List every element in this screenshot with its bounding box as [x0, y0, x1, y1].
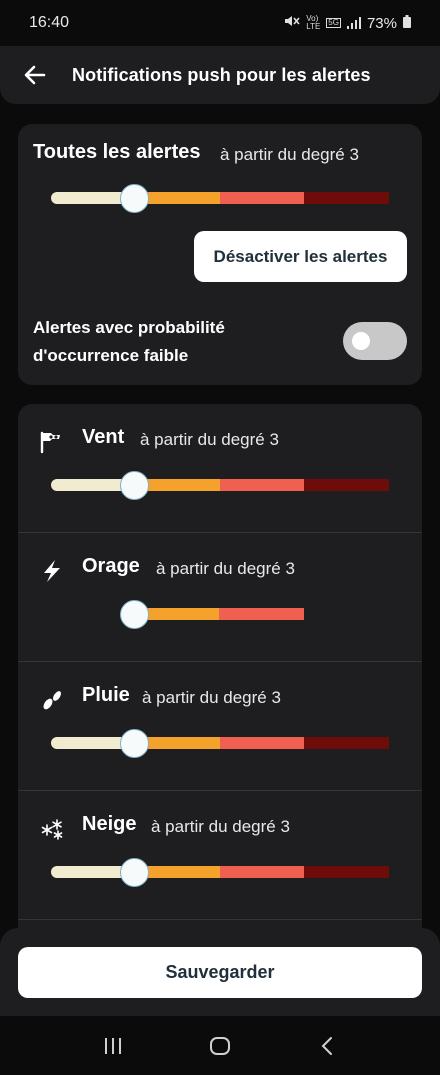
status-icons: Vo) LTE 5G 73%: [284, 14, 411, 32]
all-alerts-title: Toutes les alertes: [33, 141, 201, 163]
level-3-segment: [220, 192, 304, 204]
deactivate-alerts-button[interactable]: Désactiver les alertes: [194, 231, 407, 282]
snowflakes-icon: [38, 815, 66, 843]
slider-thumb[interactable]: [120, 184, 149, 213]
raindrops-icon: [38, 686, 66, 714]
categories-card: Vent à partir du degré 3 Orage à partir …: [18, 404, 422, 944]
level-3-segment: [219, 608, 304, 620]
neige-level-slider[interactable]: [51, 858, 389, 887]
save-panel: Sauvegarder: [0, 928, 440, 1016]
slider-thumb[interactable]: [120, 471, 149, 500]
low-probability-toggle[interactable]: [343, 322, 407, 360]
pluie-level-slider[interactable]: [51, 729, 389, 758]
recent-apps-icon: [105, 1037, 122, 1054]
save-button[interactable]: Sauvegarder: [18, 947, 422, 998]
category-name: Vent: [82, 426, 125, 448]
signal-icon: [346, 17, 361, 29]
chevron-left-icon: [321, 1036, 332, 1055]
network-type-label: 5G: [326, 18, 341, 28]
level-3-segment: [220, 737, 304, 749]
recent-apps-button[interactable]: [93, 1026, 133, 1066]
lte-label: LTE: [306, 22, 321, 31]
category-row-pluie: Pluie à partir du degré 3: [18, 662, 422, 791]
level-4-segment: [304, 737, 389, 749]
system-nav-bar: [0, 1016, 440, 1075]
category-name: Pluie: [82, 684, 130, 706]
slider-thumb[interactable]: [120, 600, 149, 629]
level-4-segment: [304, 479, 389, 491]
category-threshold: à partir du degré 3: [142, 688, 281, 707]
level-4-segment: [304, 192, 389, 204]
page-title: Notifications push pour les alertes: [72, 64, 371, 85]
mute-icon: [284, 14, 300, 32]
level-3-segment: [220, 479, 304, 491]
category-threshold: à partir du degré 3: [151, 817, 290, 836]
volte-icon: Vo) LTE: [306, 15, 320, 31]
category-threshold: à partir du degré 3: [156, 559, 295, 578]
level-4-segment: [304, 866, 389, 878]
battery-label: 73%: [366, 14, 397, 32]
category-row-orage: Orage à partir du degré 3: [18, 533, 422, 662]
category-row-neige: Neige à partir du degré 3: [18, 791, 422, 920]
low-probability-label: Alertes avec probabilité d'occurrence fa…: [33, 318, 225, 365]
all-alerts-card: Toutes les alertes à partir du degré 3 D…: [18, 124, 422, 385]
all-alerts-threshold: à partir du degré 3: [220, 145, 359, 164]
home-button[interactable]: [200, 1026, 240, 1066]
slider-thumb[interactable]: [120, 858, 149, 887]
status-time: 16:40: [29, 14, 70, 31]
arrow-left-icon: [24, 65, 46, 85]
level-3-segment: [220, 866, 304, 878]
back-button[interactable]: [20, 60, 50, 90]
all-alerts-level-slider[interactable]: [51, 184, 389, 213]
category-name: Neige: [82, 813, 137, 835]
status-bar: 16:40 Vo) LTE 5G 73%: [0, 0, 440, 46]
category-threshold: à partir du degré 3: [140, 430, 279, 449]
app-bar: Notifications push pour les alertes: [0, 46, 440, 104]
battery-icon: [403, 14, 411, 32]
home-icon: [209, 1036, 230, 1055]
screen: 16:40 Vo) LTE 5G 73% Notifications push …: [0, 0, 440, 1075]
windsock-icon: [38, 428, 66, 456]
slider-thumb[interactable]: [120, 729, 149, 758]
orage-level-slider[interactable]: [120, 600, 304, 629]
toggle-knob: [352, 332, 370, 350]
category-name: Orage: [82, 555, 140, 577]
lightning-icon: [38, 557, 66, 585]
vent-level-slider[interactable]: [51, 471, 389, 500]
back-nav-button[interactable]: [307, 1026, 347, 1066]
category-row-vent: Vent à partir du degré 3: [18, 404, 422, 533]
